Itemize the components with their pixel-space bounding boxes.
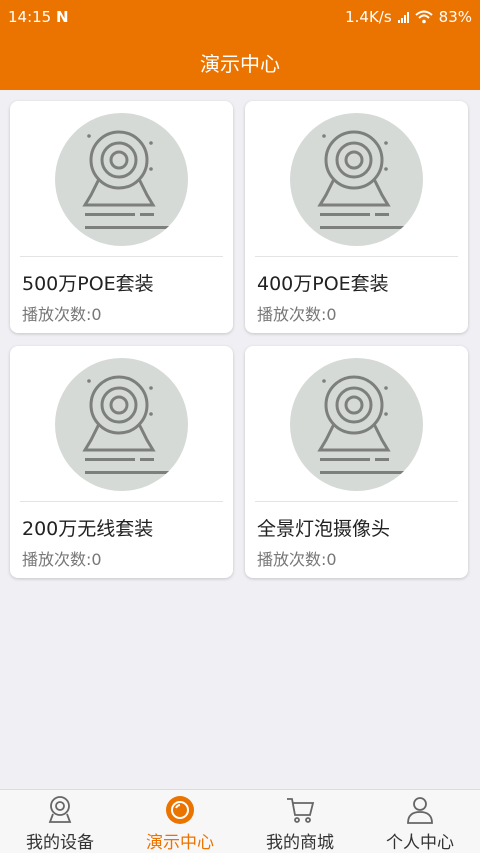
card-divider <box>255 256 458 257</box>
notification-icon: N <box>56 8 69 26</box>
webcam-icon <box>82 130 173 229</box>
camera-thumbnail <box>290 358 423 491</box>
webcam-icon <box>82 375 173 474</box>
tab-demo-center[interactable]: 演示中心 <box>120 790 240 853</box>
camera-thumbnail <box>55 358 188 491</box>
demo-icon <box>166 796 194 824</box>
play-count: 播放次数:0 <box>257 305 337 324</box>
card-title: 200万无线套装 <box>22 518 154 540</box>
demo-card[interactable]: 全景灯泡摄像头 播放次数:0 <box>245 346 468 578</box>
battery-level: 83% <box>438 8 472 26</box>
tab-label: 我的商城 <box>266 833 334 853</box>
tab-my-devices[interactable]: 我的设备 <box>0 790 120 853</box>
status-time: 14:15 <box>8 8 52 26</box>
tab-label: 我的设备 <box>26 833 94 853</box>
demo-card[interactable]: 200万无线套装 播放次数:0 <box>10 346 233 578</box>
card-divider <box>20 501 223 502</box>
card-divider <box>255 501 458 502</box>
status-bar: 14:15 N 1.4K/s 83% <box>0 0 480 34</box>
camera-icon <box>48 796 72 823</box>
camera-thumbnail <box>290 113 423 246</box>
demo-card[interactable]: 400万POE套装 播放次数:0 <box>245 101 468 333</box>
wifi-icon <box>414 10 433 24</box>
card-divider <box>20 256 223 257</box>
network-speed: 1.4K/s <box>345 8 392 26</box>
play-count: 播放次数:0 <box>22 305 102 324</box>
person-icon <box>407 797 433 824</box>
title-bar: 演示中心 <box>0 34 480 90</box>
card-title: 全景灯泡摄像头 <box>257 518 391 540</box>
status-right: 1.4K/s 83% <box>345 8 472 26</box>
play-count: 播放次数:0 <box>257 550 337 569</box>
tab-my-store[interactable]: 我的商城 <box>240 790 360 853</box>
play-count: 播放次数:0 <box>22 550 102 569</box>
bottom-tab-bar: 我的设备 演示中心 我的商城 个人中心 <box>0 789 480 853</box>
card-title: 500万POE套装 <box>22 273 154 295</box>
camera-thumbnail <box>55 113 188 246</box>
webcam-icon <box>317 130 408 229</box>
signal-icon <box>397 11 409 23</box>
card-title: 400万POE套装 <box>257 273 389 295</box>
page-title: 演示中心 <box>200 51 280 76</box>
cart-icon <box>287 798 315 823</box>
tab-personal-center[interactable]: 个人中心 <box>360 790 480 853</box>
demo-card[interactable]: 500万POE套装 播放次数:0 <box>10 101 233 333</box>
tab-label: 演示中心 <box>146 833 214 853</box>
webcam-icon <box>317 375 408 474</box>
tab-label: 个人中心 <box>386 833 454 853</box>
